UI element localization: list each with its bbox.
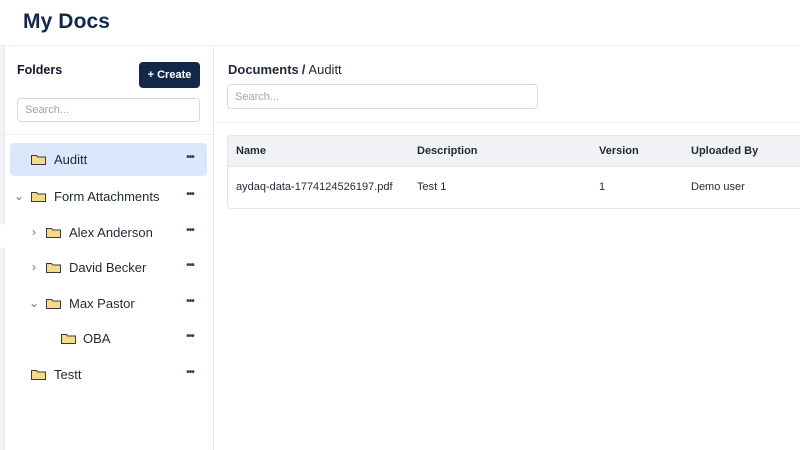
more-horizontal-icon[interactable]: ••• bbox=[183, 151, 197, 165]
cell-uploaded-by: Demo user bbox=[691, 181, 745, 193]
table-row[interactable]: aydaq-data-1774124526197.pdf Test 1 1 De… bbox=[228, 167, 800, 208]
column-header-version[interactable]: Version bbox=[599, 145, 639, 157]
column-header-description[interactable]: Description bbox=[417, 145, 478, 157]
more-horizontal-icon[interactable]: ••• bbox=[183, 330, 197, 344]
page-title: My Docs bbox=[23, 10, 111, 33]
create-button[interactable]: + Create bbox=[139, 62, 200, 88]
breadcrumb-documents[interactable]: Documents bbox=[228, 62, 299, 77]
folder-icon bbox=[46, 228, 61, 238]
folder-item-alex-anderson[interactable]: › Alex Anderson ••• bbox=[10, 216, 207, 249]
divider bbox=[215, 122, 800, 123]
chevron-down-icon[interactable]: ⌄ bbox=[13, 189, 25, 203]
folder-icon bbox=[31, 370, 46, 380]
folder-search-input[interactable] bbox=[17, 98, 200, 122]
chevron-right-icon[interactable]: › bbox=[28, 260, 40, 274]
column-header-name[interactable]: Name bbox=[236, 145, 266, 157]
table-header: Name Description Version Uploaded By bbox=[228, 136, 800, 167]
folder-icon bbox=[31, 192, 46, 202]
folder-label: Auditt bbox=[54, 152, 88, 167]
more-horizontal-icon[interactable]: ••• bbox=[183, 259, 197, 273]
folder-icon bbox=[46, 263, 61, 273]
more-horizontal-icon[interactable]: ••• bbox=[183, 188, 197, 202]
cell-description: Test 1 bbox=[417, 181, 447, 193]
breadcrumb-separator: / bbox=[301, 62, 306, 77]
app-header: My Docs bbox=[0, 0, 800, 46]
folders-title: Folders bbox=[17, 63, 63, 77]
folder-item-oba[interactable]: OBA ••• bbox=[10, 322, 207, 355]
folder-icon bbox=[61, 334, 76, 344]
cell-version: 1 bbox=[599, 181, 606, 193]
document-search-input[interactable] bbox=[227, 84, 538, 109]
documents-panel: Documents/Auditt Name Description Versio… bbox=[215, 46, 800, 450]
folder-item-auditt[interactable]: Auditt ••• bbox=[10, 143, 207, 176]
more-horizontal-icon[interactable]: ••• bbox=[183, 295, 197, 309]
column-header-uploaded-by[interactable]: Uploaded By bbox=[691, 145, 758, 157]
folders-sidebar: Folders + Create Auditt ••• ⌄ Form Attac… bbox=[5, 46, 214, 450]
folder-label: Alex Anderson bbox=[69, 225, 153, 240]
folder-item-form-attachments[interactable]: ⌄ Form Attachments ••• bbox=[10, 180, 207, 213]
more-horizontal-icon[interactable]: ••• bbox=[183, 366, 197, 380]
cell-name[interactable]: aydaq-data-1774124526197.pdf bbox=[236, 181, 393, 193]
folder-label: David Becker bbox=[69, 260, 147, 275]
more-horizontal-icon[interactable]: ••• bbox=[183, 224, 197, 238]
folder-label: Form Attachments bbox=[54, 189, 160, 204]
breadcrumb-current: Auditt bbox=[308, 62, 342, 77]
folder-label: OBA bbox=[83, 331, 111, 346]
folder-icon bbox=[31, 155, 46, 165]
folder-label: Testt bbox=[54, 367, 82, 382]
documents-table: Name Description Version Uploaded By ayd… bbox=[227, 135, 800, 209]
folder-icon bbox=[46, 299, 61, 309]
folder-item-max-pastor[interactable]: ⌄ Max Pastor ••• bbox=[10, 287, 207, 320]
chevron-right-icon[interactable]: › bbox=[28, 225, 40, 239]
folder-item-david-becker[interactable]: › David Becker ••• bbox=[10, 251, 207, 284]
folder-label: Max Pastor bbox=[69, 296, 135, 311]
breadcrumb: Documents / Auditt bbox=[228, 62, 342, 77]
divider bbox=[5, 134, 213, 135]
folder-item-testt[interactable]: Testt ••• bbox=[10, 358, 207, 391]
chevron-down-icon[interactable]: ⌄ bbox=[28, 296, 40, 310]
